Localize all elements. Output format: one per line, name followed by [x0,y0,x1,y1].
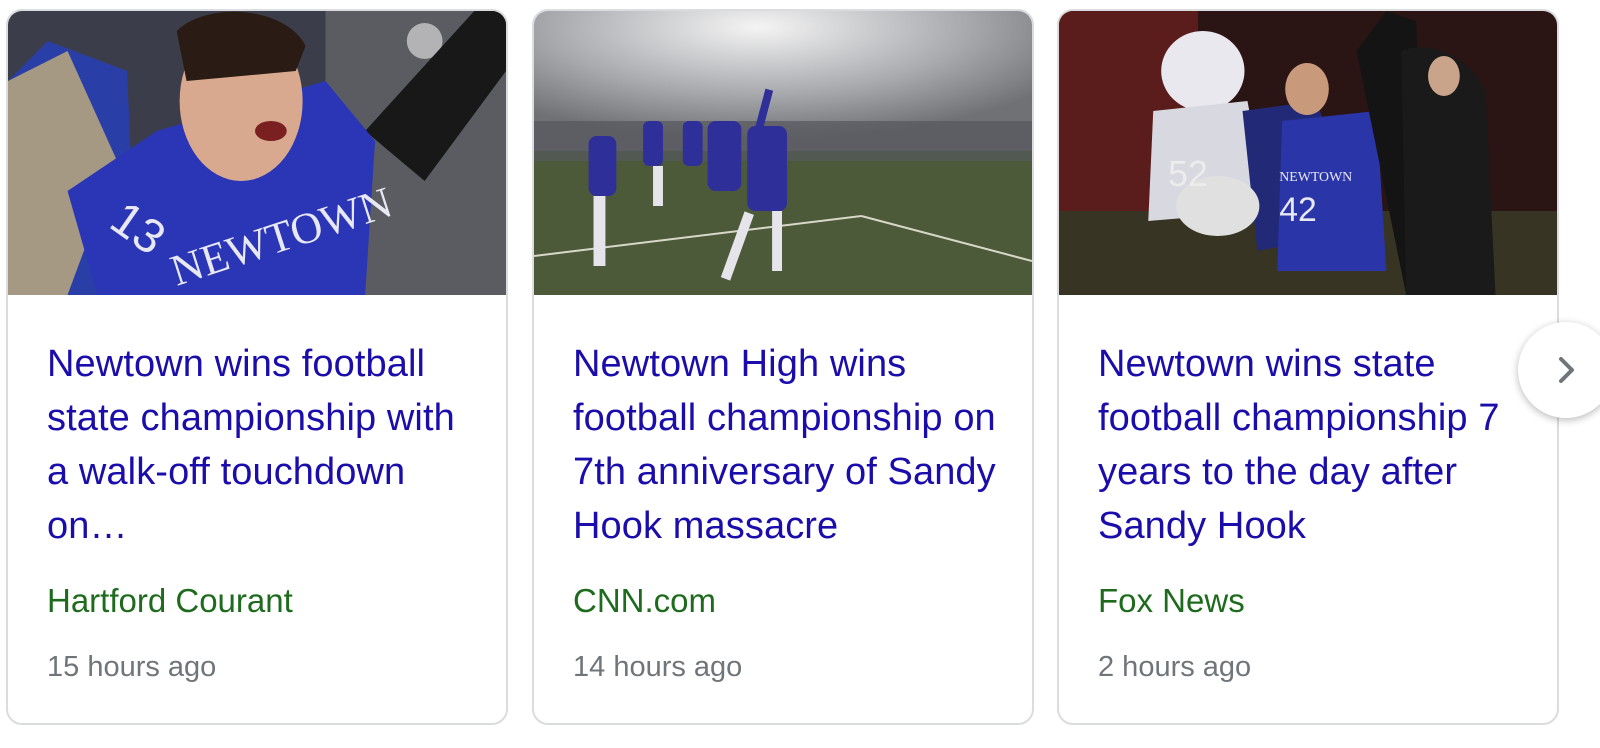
news-thumbnail[interactable]: NEWTOWN 13 [8,11,506,295]
news-card[interactable]: 52 42 NEWTOWN Newtown wins state footbal… [1057,9,1559,725]
news-card[interactable]: Newtown High wins football championship … [532,9,1034,725]
top-stories-carousel: NEWTOWN 13 Newtown wins football state c… [0,0,1600,748]
news-source: Fox News [1098,582,1245,619]
news-card[interactable]: NEWTOWN 13 Newtown wins football state c… [6,9,508,725]
news-timestamp: 2 hours ago [1098,651,1252,683]
news-headline[interactable]: Newtown wins state football championship… [1098,337,1528,553]
svg-text:52: 52 [1168,154,1208,194]
news-source: CNN.com [573,582,717,619]
news-headline[interactable]: Newtown wins football state championship… [47,337,477,553]
news-timestamp: 15 hours ago [47,651,217,683]
news-thumbnail[interactable] [534,11,1032,295]
svg-text:NEWTOWN: NEWTOWN [1279,170,1352,185]
news-thumbnail[interactable]: 52 42 NEWTOWN [1059,11,1557,295]
chevron-right-icon [1559,357,1574,383]
news-timestamp: 14 hours ago [573,651,743,683]
news-headline[interactable]: Newtown High wins football championship … [573,337,1003,553]
news-source: Hartford Courant [47,582,293,619]
svg-text:42: 42 [1279,191,1317,229]
